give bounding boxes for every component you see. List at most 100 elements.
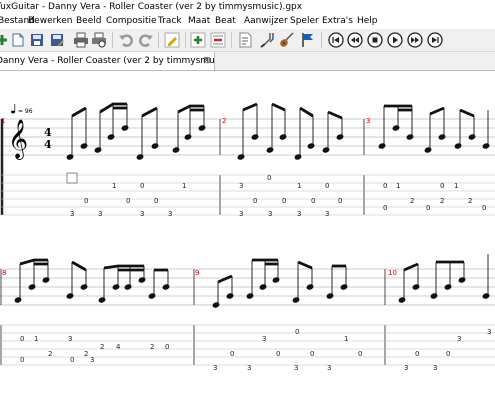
tab-fret-number[interactable]: 1 — [112, 182, 116, 190]
tab-fret-number[interactable]: 1 — [454, 182, 458, 190]
previous-measure-icon[interactable] — [347, 32, 363, 48]
tab-fret-number[interactable]: 0 — [325, 182, 329, 190]
tab-fret-number[interactable]: 3 — [325, 210, 329, 218]
edit-mode-icon[interactable] — [164, 32, 180, 48]
menu-extras[interactable]: Extra's — [322, 14, 353, 29]
new-file-icon[interactable] — [0, 32, 10, 48]
tab-fret-number[interactable]: 0 — [426, 204, 430, 212]
window-title-bar: TuxGuitar - Danny Vera - Roller Coaster … — [0, 0, 495, 14]
tab-fret-number[interactable]: 3 — [239, 182, 243, 190]
first-measure-icon[interactable] — [328, 32, 344, 48]
menu-bewerken[interactable]: Bewerken — [28, 14, 72, 29]
save-icon[interactable] — [29, 32, 45, 48]
tab-fret-number[interactable]: 3 — [68, 335, 72, 343]
menu-maat[interactable]: Maat — [188, 14, 210, 29]
tab-fret-number[interactable]: 0 — [84, 197, 88, 205]
tab-fret-number[interactable]: 0 — [276, 350, 280, 358]
print-icon[interactable] — [73, 32, 89, 48]
tab-fret-number[interactable]: 0 — [383, 204, 387, 212]
tab-fret-number[interactable]: 4 — [116, 343, 121, 351]
tab-fret-number[interactable]: 2 — [468, 197, 472, 205]
next-measure-icon[interactable] — [407, 32, 423, 48]
guitar-icon[interactable] — [279, 32, 295, 48]
remove-track-icon[interactable] — [210, 32, 226, 48]
tab-fret-number[interactable]: 1 — [344, 335, 348, 343]
tab-fret-number[interactable]: 1 — [297, 182, 301, 190]
tab-fret-number[interactable]: 0 — [383, 182, 387, 190]
tab-fret-number[interactable]: 0 — [126, 197, 130, 205]
tuning-fork-icon[interactable] — [259, 32, 275, 48]
tab-fret-number[interactable]: 2 — [100, 343, 104, 351]
menu-compositie[interactable]: Compositie — [106, 14, 157, 29]
tab-fret-number[interactable]: 0 — [338, 197, 342, 205]
menu-speler[interactable]: Speler — [290, 14, 319, 29]
tab-fret-number[interactable]: 2 — [150, 343, 154, 351]
score-view[interactable]: 𝄞 4 4 = 96 1 2 3 1 0 1 0 0 0 3 3 3 3 3 0… — [0, 71, 495, 400]
menu-beeld[interactable]: Beeld — [76, 14, 101, 29]
tab-fret-number[interactable]: 3 — [457, 335, 461, 343]
tab-fret-number[interactable]: 0 — [358, 350, 362, 358]
tab-fret-number[interactable]: 3 — [70, 210, 74, 218]
tab-fret-number[interactable]: 0 — [253, 197, 257, 205]
tab-fret-number[interactable]: 0 — [20, 356, 24, 364]
add-track-icon[interactable] — [190, 32, 206, 48]
marker-flag-icon[interactable] — [300, 32, 316, 48]
tab-fret-number[interactable]: 3 — [213, 364, 217, 372]
tab-fret-number[interactable]: 0 — [140, 182, 144, 190]
menu-beat[interactable]: Beat — [215, 14, 236, 29]
tab-frets-row2: 0 1 3 2 2 4 2 0 0 2 0 3 0 1 0 3 0 0 0 3 … — [20, 328, 491, 372]
tab-fret-number[interactable]: 3 — [247, 364, 251, 372]
tab-fret-number[interactable]: 2 — [410, 197, 414, 205]
tab-fret-number[interactable]: 0 — [440, 182, 444, 190]
tab-fret-number[interactable]: 0 — [230, 350, 234, 358]
barlines-row1 — [0, 119, 365, 215]
stop-icon[interactable] — [367, 32, 383, 48]
tab-fret-number[interactable]: 3 — [327, 364, 331, 372]
tab-fret-number[interactable]: 1 — [182, 182, 186, 190]
tab-fret-number[interactable]: 3 — [404, 364, 408, 372]
tab-fret-number[interactable]: 0 — [282, 197, 286, 205]
tab-fret-number[interactable]: 0 — [165, 343, 169, 351]
tab-fret-number[interactable]: 3 — [98, 210, 102, 218]
tab-fret-number[interactable]: 0 — [295, 328, 299, 336]
tab-fret-number[interactable]: 3 — [294, 364, 298, 372]
tab-fret-number[interactable]: 0 — [20, 335, 24, 343]
redo-icon[interactable] — [138, 32, 154, 48]
tab-view-icon[interactable] — [237, 32, 253, 48]
tab-fret-number[interactable]: 2 — [48, 350, 52, 358]
play-icon[interactable] — [387, 32, 403, 48]
tab-fret-number[interactable]: 3 — [90, 356, 94, 364]
tab-fret-number[interactable]: 0 — [446, 350, 450, 358]
tab-cursor[interactable] — [66, 172, 78, 184]
tab-fret-number[interactable]: 3 — [239, 210, 243, 218]
tab-fret-number[interactable]: 1 — [34, 335, 38, 343]
menu-help[interactable]: Help — [357, 14, 378, 29]
undo-icon[interactable] — [118, 32, 134, 48]
tab-fret-number[interactable]: 3 — [433, 364, 437, 372]
tab-fret-number[interactable]: 0 — [310, 350, 314, 358]
tab-fret-number[interactable]: 0 — [267, 174, 271, 182]
tab-fret-number[interactable]: 0 — [482, 204, 486, 212]
open-file-icon[interactable] — [10, 32, 26, 48]
tab-fret-number[interactable]: 3 — [140, 210, 144, 218]
menu-track[interactable]: Track — [158, 14, 182, 29]
tab-fret-number[interactable]: 0 — [311, 197, 315, 205]
document-tab[interactable]: Danny Vera - Roller Coaster (ver 2 by ti… — [0, 52, 215, 70]
menu-aanwijzer[interactable]: Aanwijzer — [244, 14, 288, 29]
tab-fret-number[interactable]: 2 — [84, 350, 88, 358]
save-as-icon[interactable] — [49, 32, 65, 48]
tab-fret-number[interactable]: 3 — [262, 335, 266, 343]
tab-fret-number[interactable]: 0 — [70, 356, 74, 364]
tab-fret-number[interactable]: 3 — [168, 210, 172, 218]
tab-fret-number[interactable]: 3 — [268, 210, 272, 218]
tab-fret-number[interactable]: 1 — [396, 182, 400, 190]
time-signature-bottom: 4 — [44, 138, 52, 151]
tab-fret-number[interactable]: 2 — [440, 197, 444, 205]
last-measure-icon[interactable] — [427, 32, 443, 48]
tab-fret-number[interactable]: 0 — [154, 197, 158, 205]
tab-fret-number[interactable]: 3 — [297, 210, 301, 218]
tab-fret-number[interactable]: 0 — [415, 350, 419, 358]
tab-fret-number[interactable]: 3 — [487, 328, 491, 336]
print-preview-icon[interactable] — [91, 32, 107, 48]
close-tab-icon[interactable]: ⊠ — [203, 52, 211, 70]
